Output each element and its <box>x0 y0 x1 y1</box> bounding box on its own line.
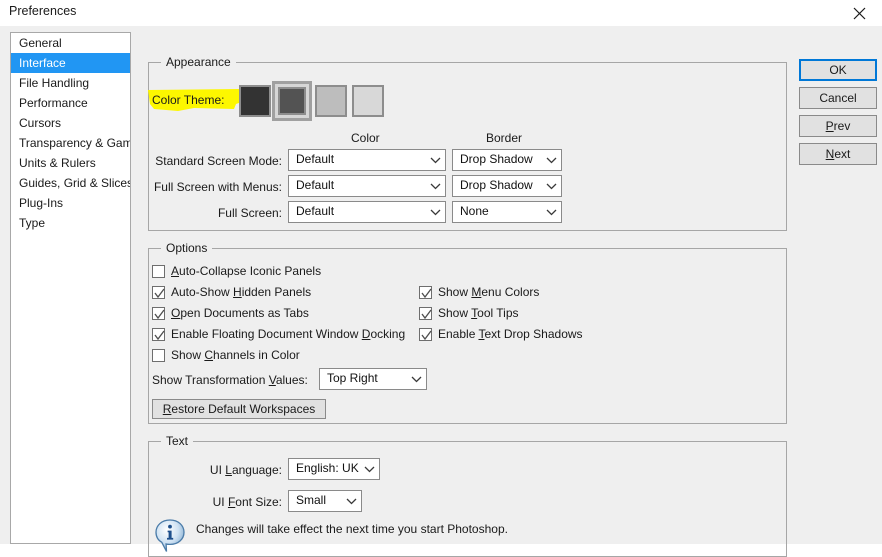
next-button[interactable]: Next <box>799 143 877 165</box>
sidebar-item-interface[interactable]: Interface <box>11 53 130 73</box>
checkbox-auto-show-hidden-panels[interactable]: Auto-Show Hidden Panels <box>152 283 311 301</box>
full-screen-with-menus-border-select[interactable]: Drop Shadow <box>452 175 562 197</box>
close-button[interactable] <box>836 0 882 26</box>
options-legend: Options <box>161 241 213 255</box>
full-screen-with-menus-color-value: Default <box>296 178 335 192</box>
standard-screen-mode-border-select[interactable]: Drop Shadow <box>452 149 562 171</box>
title-bar: Preferences <box>0 0 882 26</box>
chevron-down-icon <box>427 176 443 196</box>
checkbox-box <box>419 285 432 299</box>
checkbox-show-tool-tips[interactable]: Show Tool Tips <box>419 304 519 322</box>
column-header-border: Border <box>486 131 523 145</box>
checkbox-box <box>152 306 165 320</box>
standard-screen-mode-color-value: Default <box>296 152 335 166</box>
ok-button[interactable]: OK <box>799 59 877 81</box>
check-icon <box>421 309 432 319</box>
color-theme-swatch-medium[interactable] <box>315 85 347 117</box>
standard-screen-mode-label: Standard Screen Mode: <box>155 154 282 168</box>
appearance-legend: Appearance <box>161 55 236 69</box>
close-icon <box>853 7 866 20</box>
restart-note: Changes will take effect the next time y… <box>196 522 508 536</box>
full-screen-with-menus-border-value: Drop Shadow <box>460 178 533 192</box>
full-screen-color-value: Default <box>296 204 335 218</box>
show-transformation-values-label: Show Transformation Values: <box>152 373 308 387</box>
color-theme-label: Color Theme: <box>152 93 225 107</box>
chevron-down-icon <box>543 176 559 196</box>
column-header-color: Color <box>351 131 380 145</box>
checkbox-box <box>152 348 165 362</box>
standard-screen-mode-border-value: Drop Shadow <box>460 152 533 166</box>
color-theme-swatch-light[interactable] <box>352 85 384 117</box>
checkbox-show-menu-colors[interactable]: Show Menu Colors <box>419 283 539 301</box>
color-theme-swatch-darkest[interactable] <box>239 85 271 117</box>
check-icon <box>154 330 165 340</box>
chevron-down-icon <box>543 150 559 170</box>
category-list[interactable]: General Interface File Handling Performa… <box>10 32 131 544</box>
cancel-button[interactable]: Cancel <box>799 87 877 109</box>
ui-font-size-select[interactable]: Small <box>288 490 362 512</box>
chevron-down-icon <box>343 491 359 511</box>
ui-language-value: English: UK <box>296 461 359 475</box>
restore-default-workspaces-button[interactable]: Restore Default Workspaces <box>152 399 326 419</box>
sidebar-item-general[interactable]: General <box>11 33 130 53</box>
ui-language-label: UI Language: <box>209 463 282 477</box>
checkbox-auto-collapse-iconic-panels[interactable]: Auto-Collapse Iconic Panels <box>152 262 321 280</box>
standard-screen-mode-color-select[interactable]: Default <box>288 149 446 171</box>
window-title: Preferences <box>9 4 77 18</box>
check-icon <box>154 288 165 298</box>
color-theme-swatch-dark-selected[interactable] <box>272 81 312 121</box>
text-legend: Text <box>161 434 194 448</box>
checkbox-box <box>419 306 432 320</box>
chevron-down-icon <box>427 202 443 222</box>
info-icon <box>153 518 187 554</box>
sidebar-item-file-handling[interactable]: File Handling <box>11 73 130 93</box>
show-transformation-values-value: Top Right <box>327 371 378 385</box>
chevron-down-icon <box>427 150 443 170</box>
color-theme-swatch-dark-inner <box>278 87 306 115</box>
check-icon <box>421 288 432 298</box>
sidebar-item-transparency-gamut[interactable]: Transparency & Gamut <box>11 133 130 153</box>
ui-font-size-value: Small <box>296 493 327 507</box>
checkbox-enable-text-drop-shadows[interactable]: Enable Text Drop Shadows <box>419 325 583 343</box>
preferences-dialog: General Interface File Handling Performa… <box>0 26 882 557</box>
full-screen-border-value: None <box>460 204 489 218</box>
chevron-down-icon <box>543 202 559 222</box>
show-transformation-values-select[interactable]: Top Right <box>319 368 427 390</box>
checkbox-box <box>419 327 432 341</box>
checkbox-box <box>152 327 165 341</box>
checkbox-open-documents-as-tabs[interactable]: Open Documents as Tabs <box>152 304 309 322</box>
checkbox-enable-floating-document-window-docking[interactable]: Enable Floating Document Window Docking <box>152 325 405 343</box>
chevron-down-icon <box>408 369 424 389</box>
sidebar-item-cursors[interactable]: Cursors <box>11 113 130 133</box>
checkbox-box <box>152 264 165 278</box>
sidebar-item-performance[interactable]: Performance <box>11 93 130 113</box>
checkbox-box <box>152 285 165 299</box>
check-icon <box>154 309 165 319</box>
checkbox-show-channels-in-color[interactable]: Show Channels in Color <box>152 346 300 364</box>
full-screen-color-select[interactable]: Default <box>288 201 446 223</box>
chevron-down-icon <box>361 459 377 479</box>
full-screen-with-menus-color-select[interactable]: Default <box>288 175 446 197</box>
ui-font-size-label: UI Font Size: <box>212 495 282 509</box>
prev-button[interactable]: Prev <box>799 115 877 137</box>
full-screen-label: Full Screen: <box>217 206 282 220</box>
check-icon <box>421 330 432 340</box>
full-screen-with-menus-label: Full Screen with Menus: <box>153 180 282 194</box>
ui-language-select[interactable]: English: UK <box>288 458 380 480</box>
full-screen-border-select[interactable]: None <box>452 201 562 223</box>
